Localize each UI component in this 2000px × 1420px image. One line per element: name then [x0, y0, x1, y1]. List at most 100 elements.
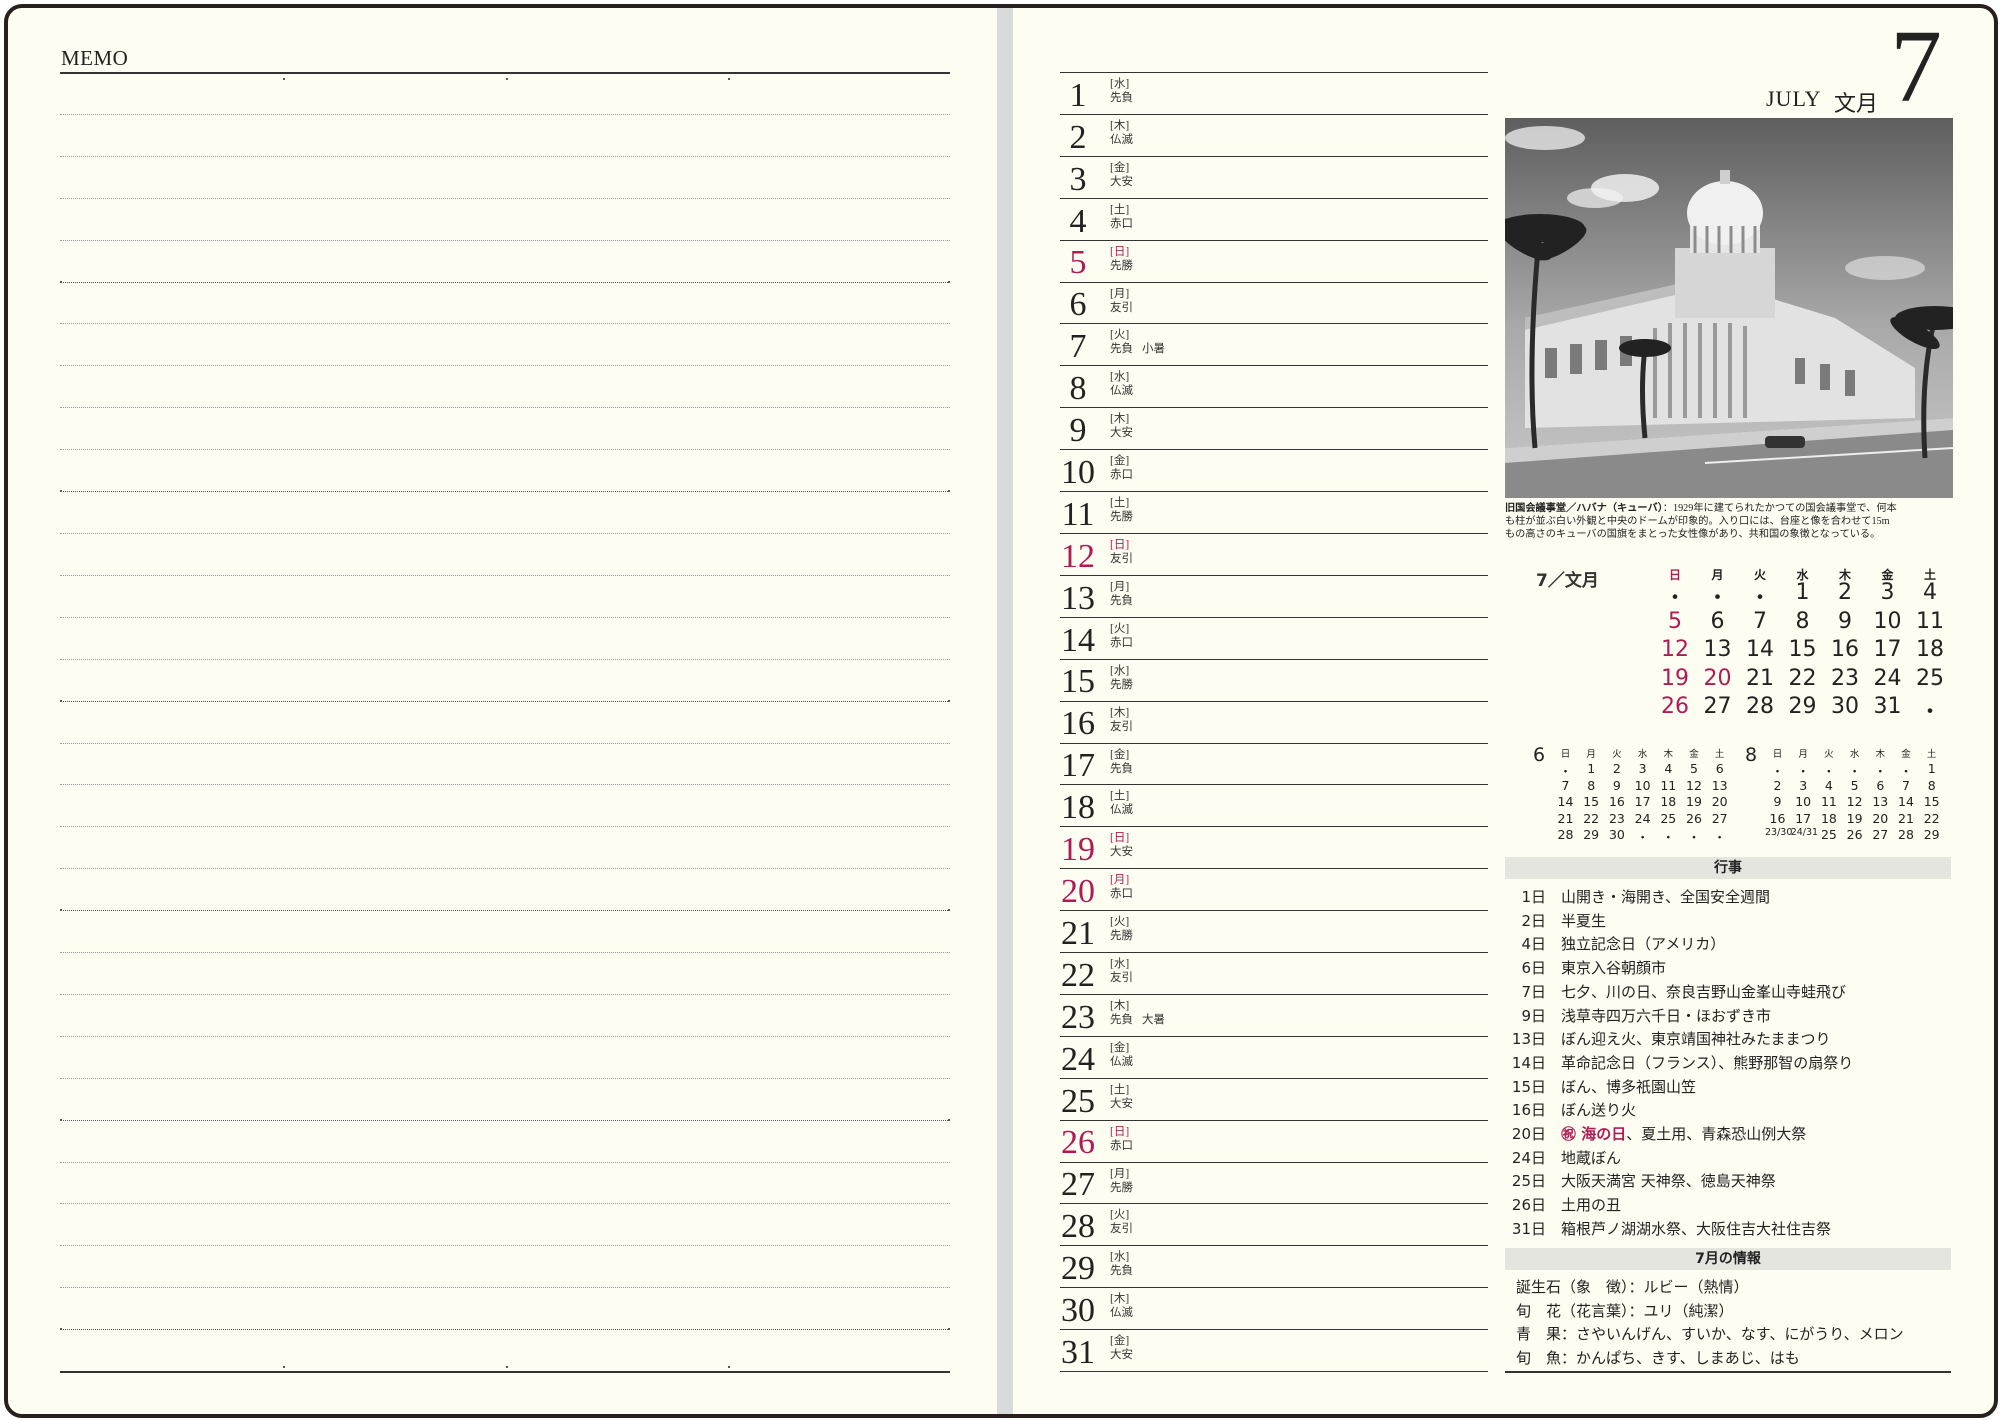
memo-line	[60, 1161, 950, 1163]
calendar-day: 13	[1703, 637, 1732, 662]
memo-tick	[60, 490, 62, 492]
mini-calendar-day: 11	[1820, 794, 1837, 809]
event-date: 15日	[1511, 1077, 1546, 1096]
day-number: 11	[1061, 495, 1095, 533]
memo-line	[60, 323, 950, 325]
day-number: 14	[1061, 621, 1095, 659]
rokuyo-label: 赤口	[1110, 1139, 1133, 1152]
mini-calendar-day: 6	[1715, 761, 1724, 776]
mini-calendar-day: 30	[1608, 827, 1625, 842]
memo-line	[60, 1077, 950, 1079]
memo-line	[60, 197, 950, 199]
event-description: ㊗ 海の日、夏土用、青森恐山例大祭	[1561, 1123, 1806, 1144]
mini-calendar-day: 3	[1799, 777, 1808, 793]
memo-tick	[948, 1118, 950, 1121]
rokuyo-label: 先勝	[1110, 259, 1133, 272]
day-number: 13	[1061, 579, 1095, 617]
rokuyo-label: 大安	[1110, 427, 1133, 440]
memo-line	[60, 407, 950, 409]
day-number: 19	[1061, 831, 1095, 869]
memo-line	[60, 742, 950, 744]
memo-tick	[506, 1366, 508, 1368]
day-row: 31 [金] 大安	[1058, 1329, 1488, 1371]
day-number: 23	[1061, 998, 1095, 1036]
month-calendar-title: 7／文月	[1536, 571, 1599, 591]
mini-calendar-day: 7	[1902, 777, 1910, 793]
mini-calendar-day: 13	[1872, 794, 1889, 809]
event-description: 革命記念日（フランス）、熊野那智の扇祭り	[1561, 1052, 1853, 1073]
day-row: 24 [金] 仏滅	[1058, 1036, 1488, 1078]
calendar-day: 4	[1923, 580, 1937, 605]
calendar-day: 8	[1795, 608, 1810, 634]
event-date: 2日	[1521, 911, 1546, 930]
mini-calendar-day: 19	[1846, 810, 1863, 826]
mini-calendar-day: 10	[1795, 794, 1812, 809]
month-info-line: 誕生石（象 徴）：ルビー（熱情）	[1516, 1278, 1749, 1296]
day-number: 27	[1061, 1166, 1095, 1204]
memo-tick	[728, 78, 730, 80]
day-of-week: [木]	[1110, 119, 1130, 132]
day-row: 13 [月] 先負	[1058, 575, 1488, 617]
mini-weekday-label: 火	[1612, 749, 1622, 760]
day-of-week: [土]	[1110, 1083, 1130, 1096]
mini-calendar-day: 26	[1846, 827, 1863, 842]
memo-line	[60, 910, 950, 912]
mini-calendar-day: 17	[1795, 810, 1812, 826]
mini-month-number: 6	[1533, 744, 1546, 766]
memo-tick	[60, 909, 62, 912]
rokuyo-label: 仏滅	[1110, 804, 1133, 817]
day-number: 21	[1061, 914, 1095, 952]
calendar-day: ・	[1748, 586, 1771, 611]
rokuyo-label: 先勝	[1110, 511, 1133, 523]
rokuyo-label: 友引	[1110, 552, 1133, 565]
day-number: 8	[1069, 370, 1087, 408]
mini-calendar-day: 20	[1872, 810, 1889, 826]
memo-line	[60, 1245, 950, 1247]
mini-weekday-label: 水	[1849, 749, 1860, 760]
event-date: 1日	[1521, 888, 1546, 906]
event-description: 土用の丑	[1561, 1194, 1621, 1215]
event-text: 七夕、川の日、奈良吉野山金峯山寺蛙飛び	[1561, 982, 1847, 1001]
calendar-day: 31	[1873, 694, 1902, 719]
memo-line	[60, 281, 950, 283]
day-of-week: [日]	[1110, 1125, 1130, 1138]
event-date: 13日	[1511, 1030, 1546, 1049]
calendar-day: 6	[1710, 608, 1725, 634]
rokuyo-label: 大安	[1110, 1349, 1133, 1362]
mini-calendar-day: 22	[1583, 810, 1600, 826]
calendar-day: 24	[1873, 665, 1902, 691]
rokuyo-label: 先負	[1110, 594, 1133, 607]
memo-line	[60, 784, 950, 786]
day-number: 25	[1061, 1082, 1095, 1120]
day-row: 15 [水] 先勝	[1058, 659, 1488, 700]
day-of-week: [月]	[1110, 287, 1130, 300]
right-bottom-rule	[1505, 1371, 1951, 1373]
mini-calendar-day: 8	[1587, 777, 1596, 793]
memo-line	[60, 449, 950, 451]
day-of-week: [日]	[1110, 538, 1130, 551]
memo-line	[60, 952, 950, 953]
memo-line	[60, 574, 950, 576]
event-date: 24日	[1511, 1148, 1546, 1167]
day-number: 18	[1061, 789, 1095, 827]
mini-calendar-day: 9	[1612, 777, 1621, 793]
rokuyo-label: 先負	[1110, 762, 1133, 775]
memo-line	[60, 1119, 950, 1121]
day-of-week: [土]	[1110, 497, 1130, 509]
month-english: JULY	[1766, 86, 1822, 111]
calendar-day: 11	[1916, 608, 1944, 634]
rokuyo-label: 先勝	[1110, 930, 1133, 943]
calendar-day: 12	[1661, 637, 1689, 662]
day-number: 17	[1061, 747, 1095, 785]
rokuyo-label: 赤口	[1110, 217, 1133, 230]
mini-calendar-day: 2	[1773, 777, 1782, 793]
calendar-day: ・	[1918, 700, 1941, 725]
mini-calendar-day: 21	[1898, 810, 1914, 826]
memo-tick	[60, 1328, 62, 1331]
day-of-week: [月]	[1110, 1167, 1130, 1180]
day-number: 30	[1061, 1292, 1095, 1330]
memo-line	[60, 658, 950, 660]
mini-calendar-day: 6	[1876, 777, 1885, 793]
day-of-week: [木]	[1110, 706, 1130, 719]
mini-calendar-day: 26	[1686, 810, 1702, 826]
